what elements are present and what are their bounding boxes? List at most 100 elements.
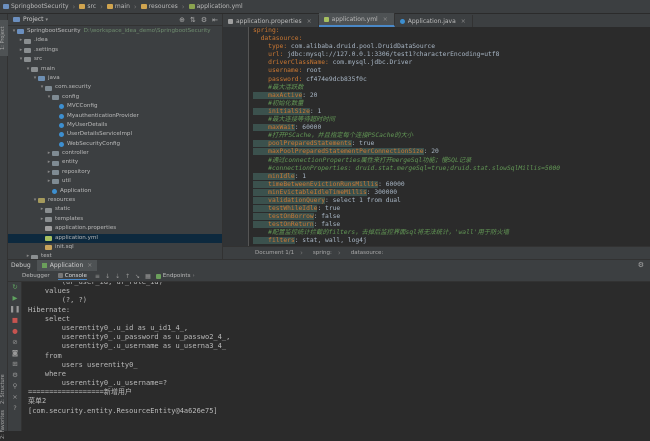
- crumb-spring[interactable]: spring:: [313, 250, 332, 256]
- endpoints-tab-label: Endpoints: [162, 273, 191, 279]
- yaml-value: : false: [313, 221, 341, 229]
- breadcrumb-item[interactable]: application.yml: [188, 3, 243, 10]
- yaml-key: password:: [253, 75, 307, 83]
- tree-item[interactable]: ▾ config: [8, 93, 222, 102]
- tree-item-label: main: [41, 65, 55, 72]
- gear-icon[interactable]: ⚙: [638, 261, 644, 269]
- structure-tool-tab[interactable]: 2: Structure: [0, 374, 8, 404]
- close-icon[interactable]: ×: [87, 262, 92, 269]
- tree-item[interactable]: MyauthenticationProvider: [8, 112, 222, 121]
- left-tool-strip: 1: Project 2: Structure 2: Favorites: [0, 14, 8, 439]
- tree-item[interactable]: ▾ com.security: [8, 83, 222, 92]
- debugger-tab[interactable]: Debugger: [22, 273, 50, 279]
- code-content[interactable]: spring: datasource: type: com.alibaba.dr…: [253, 27, 650, 246]
- debug-toolbar: Debugger Console ≡ ↓ ⇣ ↑ ↘ ▦ Endpoints ›: [8, 271, 650, 282]
- mute-breakpoints-icon[interactable]: ⊘: [8, 337, 22, 348]
- view-breakpoints-icon[interactable]: ●: [8, 326, 22, 337]
- restore-layout-icon[interactable]: ⊞: [8, 359, 22, 370]
- tree-item[interactable]: Application: [8, 187, 222, 196]
- breadcrumb-item[interactable]: resources: [140, 3, 178, 10]
- resume-icon[interactable]: ▶: [8, 293, 22, 304]
- console-tab[interactable]: Console: [57, 273, 87, 280]
- favorites-tool-tab[interactable]: 2: Favorites: [0, 407, 8, 441]
- console-output[interactable]: (ur_user_id, ur_role_id) values (?, ?) Hi…: [22, 282, 650, 431]
- gear-icon[interactable]: ⚙: [201, 16, 207, 24]
- tree-item[interactable]: ▾ java: [8, 74, 222, 83]
- tree-item[interactable]: ▸ templates: [8, 215, 222, 224]
- help-icon[interactable]: ?: [8, 403, 22, 414]
- chevron-down-icon[interactable]: ▾: [46, 17, 49, 23]
- collapse-icon[interactable]: ⇅: [190, 16, 196, 24]
- pause-icon[interactable]: ❚❚: [8, 304, 22, 315]
- tree-item[interactable]: ▾ SpringbootSecurity D:\workspace_idea_dem…: [8, 27, 222, 36]
- tree-item[interactable]: ▸ controller: [8, 149, 222, 158]
- editor-tab[interactable]: application.yml ×: [318, 13, 395, 27]
- tree-item[interactable]: application.properties: [8, 224, 222, 233]
- run-to-cursor-icon[interactable]: ↘: [135, 273, 140, 280]
- breadcrumb-item[interactable]: SpringbootSecurity: [3, 3, 69, 10]
- close-icon[interactable]: ×: [8, 392, 22, 403]
- yaml-value: : 1: [309, 107, 322, 115]
- scope-target-icon[interactable]: ⊕: [179, 16, 185, 24]
- pin-icon[interactable]: ⚲: [8, 381, 22, 392]
- editor-area: application.properties × application.yml × A…: [222, 13, 650, 259]
- code-line: #配置监控统计拦截的filters，去掉后监控界面sql将无法统计，'wall'…: [253, 229, 650, 237]
- folder-icon: [24, 38, 31, 44]
- step-into-icon[interactable]: ↓: [105, 273, 110, 280]
- tree-item[interactable]: WebSecurityConfig: [8, 140, 222, 149]
- step-into-library-icon[interactable]: ⇣: [115, 273, 120, 280]
- project-panel-title[interactable]: Project: [23, 16, 44, 23]
- project-panel-header: Project ▾ ⊕ ⇅ ⚙ ⇤: [8, 14, 222, 26]
- tree-item[interactable]: ▸ .idea: [8, 36, 222, 45]
- crumb-datasource[interactable]: datasource:: [351, 250, 384, 256]
- separator-icon: ›: [72, 2, 76, 11]
- close-icon[interactable]: ×: [383, 16, 388, 23]
- crumb-document[interactable]: Document 1/1: [255, 250, 294, 256]
- yml-file-icon: [45, 235, 52, 241]
- folder-icon: [31, 66, 38, 72]
- rerun-icon[interactable]: ↻: [8, 282, 22, 293]
- editor-tab[interactable]: application.properties ×: [223, 15, 319, 27]
- tree-item[interactable]: ▾ src: [8, 55, 222, 64]
- close-icon[interactable]: ×: [461, 18, 466, 25]
- close-icon[interactable]: ×: [307, 18, 312, 25]
- yaml-comment: #connectionProperties: druid.stat.mergeS…: [253, 164, 561, 172]
- endpoints-tab[interactable]: Endpoints ›: [155, 273, 195, 279]
- tree-item[interactable]: init.sql: [8, 243, 222, 252]
- tree-item[interactable]: UserDetailsServiceImpl: [8, 130, 222, 139]
- tree-item[interactable]: MyUserDetails: [8, 121, 222, 130]
- console-line: 菜单2: [28, 397, 47, 406]
- project-tool-tab[interactable]: 1: Project: [0, 20, 8, 56]
- camera-icon[interactable]: ◙: [8, 348, 22, 359]
- separator-icon: ›: [133, 2, 137, 11]
- tree-item[interactable]: ▸ util: [8, 177, 222, 186]
- hide-panel-icon[interactable]: ⇤: [212, 16, 218, 24]
- java-class-icon: [59, 123, 64, 129]
- java-class-icon: [52, 188, 57, 194]
- settings-icon[interactable]: ⚙: [8, 370, 22, 381]
- stop-icon[interactable]: ■: [8, 315, 22, 326]
- editor-tab[interactable]: Application.java ×: [395, 15, 473, 27]
- breadcrumb-item[interactable]: main: [106, 3, 130, 10]
- separator-icon: ›: [181, 2, 185, 11]
- console-line: values: [28, 287, 71, 296]
- application-run-icon: [41, 263, 47, 268]
- tree-item[interactable]: ▸ static: [8, 205, 222, 214]
- tree-item[interactable]: ▸ .settings: [8, 46, 222, 55]
- tree-item[interactable]: ▸ repository: [8, 168, 222, 177]
- tree-item[interactable]: MVCConfig: [8, 102, 222, 111]
- folder-icon: [79, 4, 86, 9]
- evaluate-icon[interactable]: ▦: [145, 273, 151, 280]
- breadcrumb-item[interactable]: src: [79, 3, 96, 10]
- tree-item[interactable]: ▾ resources: [8, 196, 222, 205]
- yaml-key: url:: [253, 51, 288, 59]
- tree-item[interactable]: ▸ entity: [8, 158, 222, 167]
- step-over-icon[interactable]: ≡: [95, 273, 100, 280]
- step-out-icon[interactable]: ↑: [125, 273, 130, 280]
- tree-item-label: static: [55, 206, 71, 213]
- folder-icon: [45, 207, 52, 213]
- tree-item[interactable]: ▾ main: [8, 65, 222, 74]
- project-icon: [3, 4, 9, 9]
- debug-session-tab[interactable]: Application ×: [36, 259, 98, 272]
- tree-item[interactable]: application.yml: [8, 233, 222, 243]
